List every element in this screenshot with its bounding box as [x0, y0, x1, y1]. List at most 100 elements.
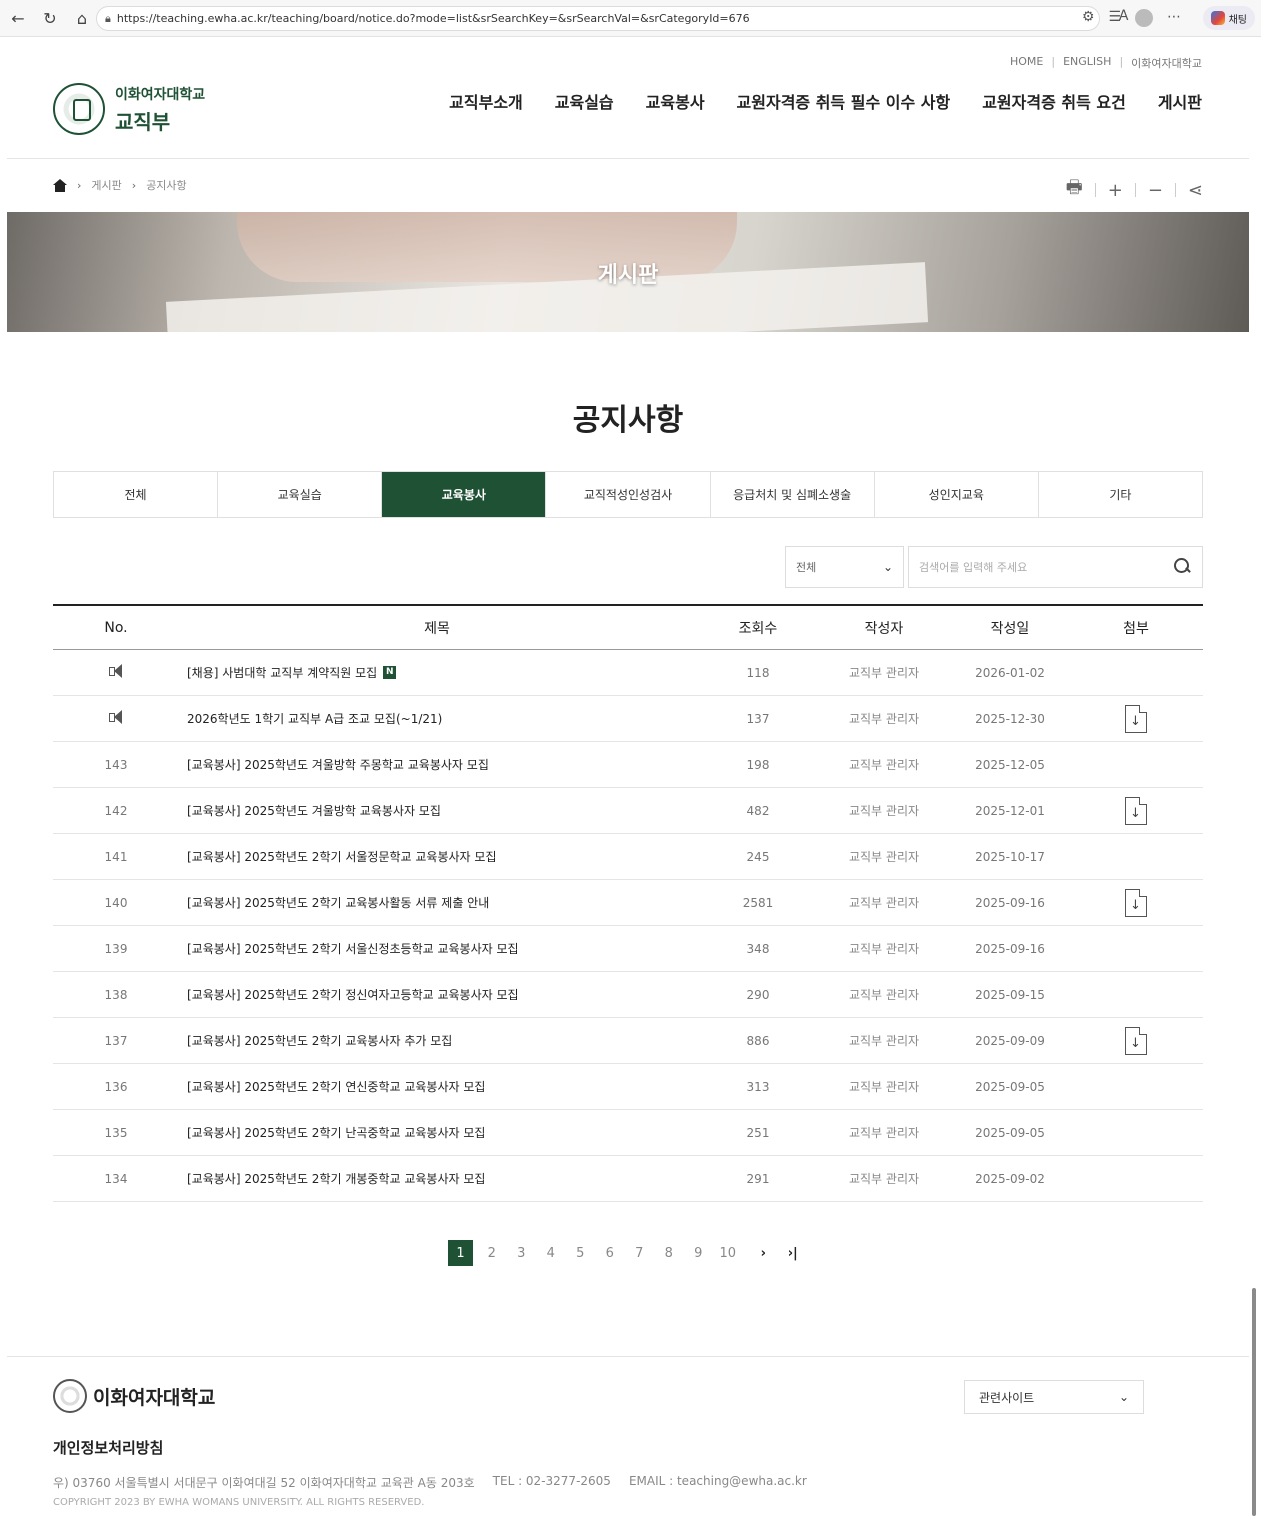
file-download-icon[interactable]: ↓ [1125, 888, 1147, 917]
tab-gender-education[interactable]: 성인지교육 [875, 472, 1039, 517]
tab-etc[interactable]: 기타 [1039, 472, 1202, 517]
table-row[interactable]: 142 [교육봉사] 2025학년도 겨울방학 교육봉사자 모집 482 교직부 관리… [53, 788, 1203, 834]
page-link[interactable]: 2 [477, 1240, 507, 1266]
zoom-in-icon[interactable]: + [1108, 180, 1123, 201]
copilot-icon [1210, 11, 1225, 25]
row-date: 2025-10-17 [975, 849, 1045, 864]
file-download-icon[interactable]: ↓ [1125, 1026, 1147, 1055]
search-input[interactable]: 검색어를 입력해 주세요 [908, 546, 1203, 588]
file-download-icon[interactable]: ↓ [1125, 796, 1147, 825]
search-icon[interactable] [1174, 558, 1190, 574]
row-title-link[interactable]: 2026학년도 1학기 교직부 A급 조교 모집(~1/21) [187, 710, 442, 727]
tab-first-aid[interactable]: 응급처치 및 심폐소생술 [711, 472, 875, 517]
row-title-link[interactable]: [교육봉사] 2025학년도 2학기 난곡중학교 교육봉사자 모집 [187, 1124, 485, 1141]
extensions-icon[interactable]: ⚙ [1082, 9, 1095, 27]
search-type-value: 전체 [796, 561, 817, 574]
header-author: 작성자 [864, 620, 904, 637]
table-row[interactable]: 138 [교육봉사] 2025학년도 2학기 정신여자고등학교 교육봉사자 모집 2… [53, 972, 1203, 1018]
lock-icon: 🔒︎ [105, 11, 111, 25]
nav-item-required-courses[interactable]: 교원자격증 취득 필수 이수 사항 [737, 89, 951, 113]
nav-item-requirements[interactable]: 교원자격증 취득 요건 [982, 89, 1126, 113]
banner-title: 게시판 [597, 263, 659, 288]
pagination: 1 2 3 4 5 6 7 8 9 10 › ›| [448, 1240, 808, 1266]
search-placeholder: 검색어를 입력해 주세요 [919, 561, 1028, 574]
search-type-select[interactable]: 전체 ⌄ [785, 546, 904, 588]
tab-all[interactable]: 전체 [54, 472, 219, 517]
row-title-link[interactable]: [교육봉사] 2025학년도 2학기 연신중학교 교육봉사자 모집 [187, 1078, 485, 1095]
table-row[interactable]: 141 [교육봉사] 2025학년도 2학기 서울정문학교 교육봉사자 모집 245… [53, 834, 1203, 880]
row-title-link[interactable]: [교육봉사] 2025학년도 2학기 교육봉사자 추가 모집 [187, 1032, 452, 1049]
table-row[interactable]: 136 [교육봉사] 2025학년도 2학기 연신중학교 교육봉사자 모집 313 교… [53, 1064, 1203, 1110]
row-no: 142 [104, 803, 128, 818]
table-row[interactable]: [채용] 사범대학 교직부 계약직원 모집 N 118 교직부 관리자 2026-01-… [53, 650, 1203, 696]
chevron-down-icon: ⌄ [1118, 1390, 1129, 1404]
row-title-link[interactable]: [교육봉사] 2025학년도 2학기 교육봉사활동 서류 제출 안내 [187, 894, 489, 911]
address-bar[interactable]: 🔒︎ https://teaching.ewha.ac.kr/teaching/… [96, 6, 1100, 31]
row-title-link[interactable]: [교육봉사] 2025학년도 겨울방학 주몽학교 교육봉사자 모집 [187, 756, 489, 773]
share-icon[interactable]: ⋖ [1188, 180, 1203, 201]
tab-practicum[interactable]: 교육실습 [218, 472, 383, 517]
file-download-icon[interactable]: ↓ [1125, 704, 1147, 733]
tab-volunteer[interactable]: 교육봉사 [382, 472, 547, 517]
zoom-out-icon[interactable]: − [1148, 180, 1163, 201]
nav-item-about[interactable]: 교직부소개 [449, 89, 523, 113]
privacy-policy-link[interactable]: 개인정보처리방침 [53, 1437, 163, 1458]
page-link[interactable]: 9 [684, 1240, 714, 1266]
breadcrumb-board[interactable]: 게시판 [91, 177, 121, 193]
row-title-link[interactable]: [교육봉사] 2025학년도 2학기 서울신정초등학교 교육봉사자 모집 [187, 940, 519, 957]
row-views: 291 [746, 1171, 770, 1186]
table-row[interactable]: 140 [교육봉사] 2025학년도 2학기 교육봉사활동 서류 제출 안내 258… [53, 880, 1203, 926]
browser-toolbar: ← ↻ ⌂ 🔒︎ https://teaching.ewha.ac.kr/tea… [0, 0, 1261, 37]
related-sites-label: 관련사이트 [979, 1390, 1035, 1405]
breadcrumb-notice[interactable]: 공지사항 [146, 177, 186, 193]
row-date: 2025-09-02 [975, 1171, 1045, 1186]
table-row[interactable]: 2026학년도 1학기 교직부 A급 조교 모집(~1/21) 137 교직부 관리… [53, 696, 1203, 742]
row-no: 136 [104, 1079, 128, 1094]
row-author: 교직부 관리자 [848, 1080, 920, 1094]
refresh-icon[interactable]: ↻ [36, 4, 64, 32]
back-icon[interactable]: ← [4, 4, 32, 32]
table-row[interactable]: 135 [교육봉사] 2025학년도 2학기 난곡중학교 교육봉사자 모집 251 교… [53, 1110, 1203, 1156]
more-icon[interactable]: ⋯ [1167, 9, 1181, 27]
row-title-link[interactable]: [교육봉사] 2025학년도 2학기 정신여자고등학교 교육봉사자 모집 [187, 986, 519, 1003]
util-univ-link[interactable]: 이화여자대학교 [1131, 55, 1202, 71]
page-link[interactable]: 7 [625, 1240, 655, 1266]
related-sites-select[interactable]: 관련사이트 ⌄ [964, 1380, 1144, 1414]
page-link[interactable]: 3 [507, 1240, 537, 1266]
last-page-button[interactable]: ›| [778, 1240, 808, 1266]
nav-item-volunteer[interactable]: 교육봉사 [646, 89, 705, 113]
scrollbar[interactable] [1252, 1288, 1256, 1516]
row-title-link[interactable]: [교육봉사] 2025학년도 겨울방학 교육봉사자 모집 [187, 802, 441, 819]
row-title-link[interactable]: [교육봉사] 2025학년도 2학기 서울정문학교 교육봉사자 모집 [187, 848, 497, 865]
print-icon[interactable]: 🖶︎ [1066, 175, 1083, 205]
table-row[interactable]: 134 [교육봉사] 2025학년도 2학기 개봉중학교 교육봉사자 모집 291 교… [53, 1156, 1203, 1202]
tab-aptitude-test[interactable]: 교직적성인성검사 [546, 472, 711, 517]
table-row[interactable]: 143 [교육봉사] 2025학년도 겨울방학 주몽학교 교육봉사자 모집 198 교… [53, 742, 1203, 788]
footer-logo[interactable]: 이화여자대학교 [53, 1379, 215, 1413]
row-views: 198 [746, 757, 770, 772]
page-link[interactable]: 4 [536, 1240, 566, 1266]
table-row[interactable]: 139 [교육봉사] 2025학년도 2학기 서울신정초등학교 교육봉사자 모집 3… [53, 926, 1203, 972]
page-title: 공지사항 [572, 403, 684, 438]
site-logo[interactable]: 이화여자대학교 교직부 [53, 83, 205, 135]
page-link[interactable]: 10 [713, 1240, 743, 1266]
page-link[interactable]: 1 [448, 1240, 473, 1266]
page-link[interactable]: 6 [595, 1240, 625, 1266]
row-views: 251 [746, 1125, 770, 1140]
row-title-cell: [교육봉사] 2025학년도 2학기 서울신정초등학교 교육봉사자 모집 [179, 940, 695, 957]
copilot-button[interactable]: 채팅 [1202, 6, 1255, 30]
profile-icon[interactable] [1135, 9, 1153, 27]
util-home-link[interactable]: HOME [1010, 55, 1043, 71]
table-row[interactable]: 137 [교육봉사] 2025학년도 2학기 교육봉사자 추가 모집 886 교직부 … [53, 1018, 1203, 1064]
home-icon[interactable] [53, 178, 67, 192]
row-title-link[interactable]: [채용] 사범대학 교직부 계약직원 모집 [187, 664, 377, 681]
nav-item-board[interactable]: 게시판 [1158, 89, 1202, 113]
next-page-button[interactable]: › [749, 1240, 779, 1266]
page-link[interactable]: 8 [654, 1240, 684, 1266]
page-link[interactable]: 5 [566, 1240, 596, 1266]
row-title-link[interactable]: [교육봉사] 2025학년도 2학기 개봉중학교 교육봉사자 모집 [187, 1170, 485, 1187]
util-english-link[interactable]: ENGLISH [1063, 55, 1111, 71]
nav-item-practicum[interactable]: 교육실습 [555, 89, 614, 113]
favorites-list-icon[interactable]: ☰ [1108, 9, 1121, 27]
home-icon[interactable]: ⌂ [68, 4, 96, 32]
